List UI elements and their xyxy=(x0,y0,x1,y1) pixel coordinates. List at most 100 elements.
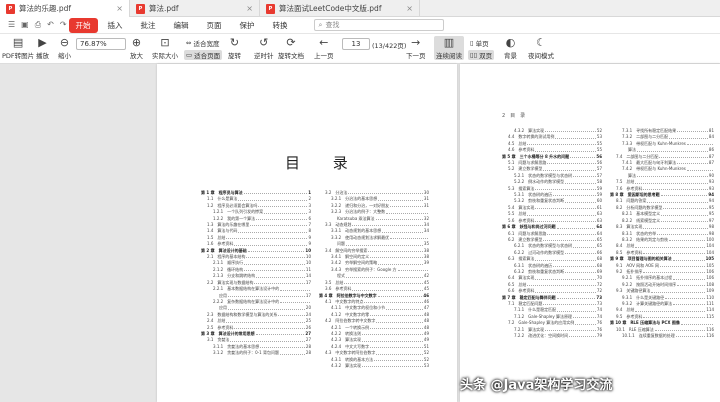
toc-entry[interactable]: 4.3.2 算法实现 53 xyxy=(319,363,429,369)
zoom-in-button[interactable]: ⊕ 放大 xyxy=(130,36,143,60)
pdf-to-image-button[interactable]: ▤ PDF转图片 xyxy=(2,36,34,60)
menu-protect[interactable]: 保护 xyxy=(232,18,263,33)
prev-page-button[interactable]: ← 上一页 xyxy=(314,36,334,60)
toc-leader-dots xyxy=(661,218,708,223)
page-count: (13/422页) xyxy=(372,42,407,50)
toc-entry[interactable]: 3.1.2 贪婪法的例子：0-1 背包问题 28 xyxy=(201,350,311,356)
redo-icon[interactable]: ↷ xyxy=(60,20,67,30)
toc-leader-dots xyxy=(555,134,596,139)
single-page-icon: ▯ xyxy=(470,39,474,47)
toc-leader-dots xyxy=(557,307,596,312)
toc-leader-dots xyxy=(535,205,596,210)
background-button[interactable]: ◐ 背景 xyxy=(504,36,517,60)
rotate-doc-button[interactable]: ⟳ 旋转文档 xyxy=(278,36,304,60)
toc-leader-dots xyxy=(535,275,596,280)
toc-leader-dots xyxy=(390,203,423,208)
close-icon[interactable]: × xyxy=(116,4,123,13)
toc-leader-dots xyxy=(243,190,308,195)
night-mode-button[interactable]: ☾ 夜间模式 xyxy=(528,36,554,60)
toc-leader-dots xyxy=(553,263,596,267)
toc-leader-dots xyxy=(247,248,305,253)
toc-leader-dots xyxy=(543,166,596,171)
toc-leader-dots xyxy=(556,224,596,229)
toc-leader-dots xyxy=(673,275,706,280)
toc-entry-title: 10.1.1 连续重复数据的处理 xyxy=(622,333,675,338)
save-icon[interactable]: ▣ xyxy=(21,20,29,30)
toc-leader-dots xyxy=(569,333,596,338)
toc-leader-dots xyxy=(370,325,423,329)
toc-leader-dots xyxy=(643,250,706,255)
toc-leader-dots xyxy=(375,216,423,221)
undo-icon[interactable]: ↶ xyxy=(47,20,54,30)
toc-leader-dots xyxy=(556,295,596,299)
toc-leader-dots xyxy=(637,147,708,152)
toc-leader-dots xyxy=(686,166,713,171)
zoom-out-button[interactable]: ⊖ 缩小 xyxy=(58,36,71,60)
menu-start[interactable]: 开始 xyxy=(68,17,98,33)
rotate-left-label: 旋转 xyxy=(228,52,241,60)
fit-page-button[interactable]: ▭ 适合页面 xyxy=(184,50,223,60)
search-placeholder: 查找 xyxy=(325,21,340,29)
page-number-input[interactable]: 13 xyxy=(342,38,370,50)
zoom-input[interactable]: 76.87% xyxy=(76,38,126,50)
actual-size-button[interactable]: ⊡ 实际大小 xyxy=(152,36,178,60)
close-icon[interactable]: × xyxy=(406,4,413,13)
play-button[interactable]: ▶ 播放 xyxy=(36,36,49,60)
toc-entry[interactable]: 7.2.2 改进优化：空间换时间 79 xyxy=(502,333,602,339)
menu-icon[interactable]: ☰ xyxy=(8,20,15,30)
double-page-button[interactable]: ▯▯ 双页 xyxy=(468,50,495,60)
next-page-button[interactable]: → 下一页 xyxy=(406,36,426,60)
toc-leader-dots xyxy=(362,331,423,336)
toc-leader-dots xyxy=(543,301,596,306)
menu-annotate[interactable]: 批注 xyxy=(133,18,164,33)
close-icon[interactable]: × xyxy=(246,4,253,13)
menu-bar: ☰ ▣ ⎙ ↶ ↷ 开始 插入 批注 编辑 页面 保护 转换 ⌕ 查找 xyxy=(0,17,720,34)
fit-page-icon: ▭ xyxy=(186,51,193,59)
tab-leetcode[interactable]: P 算法面试LeetCode中文版.pdf × xyxy=(260,0,420,17)
double-page-icon: ▯▯ xyxy=(470,51,478,59)
toc-leader-dots xyxy=(362,363,423,368)
menu-page[interactable]: 页面 xyxy=(199,18,230,33)
toc-leader-dots xyxy=(647,198,708,203)
background-label: 背景 xyxy=(504,52,517,60)
toc-leader-dots xyxy=(390,235,428,240)
toc-leader-dots xyxy=(654,327,706,331)
menu-insert[interactable]: 插入 xyxy=(100,18,131,33)
toc-leader-dots xyxy=(246,254,305,259)
menu-convert[interactable]: 转换 xyxy=(265,18,296,33)
toc-leader-dots xyxy=(675,333,706,338)
print-icon[interactable]: ⎙ xyxy=(35,20,41,30)
continuous-icon: ▥ xyxy=(443,36,455,49)
toc-leader-dots xyxy=(686,141,713,146)
rotate-left-button[interactable]: ↻ 旋转 xyxy=(228,36,241,60)
toc-leader-dots xyxy=(280,286,310,291)
single-page-button[interactable]: ▯ 单页 xyxy=(470,38,489,48)
toc-leader-dots xyxy=(527,141,596,146)
toc-leader-dots xyxy=(279,350,305,355)
tab-suanfa[interactable]: P 算法.pdf × xyxy=(130,0,260,17)
toc-leader-dots xyxy=(672,256,705,261)
toc-leader-dots xyxy=(635,179,708,184)
toc-leader-dots xyxy=(565,179,596,184)
tab-suanfa-lequ[interactable]: P 算法的乐趣.pdf × xyxy=(0,0,130,17)
search-box[interactable]: ⌕ 查找 xyxy=(313,19,444,31)
toc-title: 目 录 xyxy=(285,154,362,172)
toc-column-1: 第 1 章 程序员与算法 1 1.1 什么是算法 2 1.2 程序员必须要会算法吗 3 1.… xyxy=(201,190,311,357)
toc-leader-dots xyxy=(643,224,708,229)
continuous-read-button[interactable]: ▥ 连续阅读 xyxy=(434,36,464,60)
toc-entry[interactable]: 10.1.1 连续重复数据的处理 116 xyxy=(610,333,714,339)
toc-leader-dots xyxy=(657,231,708,235)
toc-leader-dots xyxy=(378,196,423,201)
toc-entry-title: 4.3.2 算法实现 xyxy=(331,362,362,368)
toc-leader-dots xyxy=(635,307,706,312)
rotate-ccw-icon: ↺ xyxy=(259,36,269,49)
play-icon: ▶ xyxy=(38,36,47,49)
pdf-icon: P xyxy=(136,3,145,14)
toc-leader-dots xyxy=(352,286,423,291)
rotate-ccw-button[interactable]: ↺ 逆时针 xyxy=(254,36,274,60)
toc-leader-dots xyxy=(226,318,305,323)
tab-label: 算法的乐趣.pdf xyxy=(19,4,72,13)
toc-leader-dots xyxy=(573,243,596,248)
fit-width-button[interactable]: ⇔ 适合宽度 xyxy=(186,38,219,48)
menu-edit[interactable]: 编辑 xyxy=(166,18,197,33)
